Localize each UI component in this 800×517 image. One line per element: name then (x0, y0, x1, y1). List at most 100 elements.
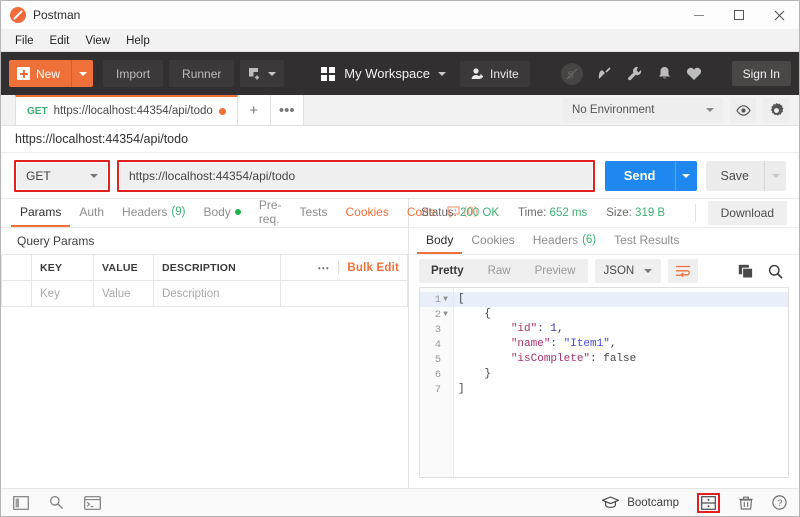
trash-button[interactable] (738, 496, 754, 510)
tab-tests[interactable]: Tests (290, 199, 336, 227)
tab-params[interactable]: Params (11, 199, 70, 227)
request-tab-active[interactable]: GET https://localhost:44354/api/todo (15, 95, 238, 125)
tab-pre-request[interactable]: Pre-req. (250, 199, 291, 227)
url-input[interactable]: https://localhost:44354/api/todo (120, 163, 592, 189)
tab-headers[interactable]: Headers (9) (113, 199, 194, 227)
view-mode-raw[interactable]: Raw (476, 259, 523, 283)
send-button-label[interactable]: Send (605, 161, 675, 191)
new-button-dropdown[interactable] (71, 60, 93, 87)
send-button[interactable]: Send (605, 161, 697, 191)
more-dots-icon[interactable]: ⋯ (317, 261, 330, 275)
fold-toggle-icon[interactable]: ▼ (441, 310, 450, 319)
minimize-icon (694, 15, 704, 16)
tab-cookies[interactable]: Cookies (337, 199, 398, 227)
time-segment: Time: 652 ms (518, 207, 587, 219)
maximize-button[interactable] (719, 1, 759, 30)
tab-response-headers[interactable]: Headers (6) (524, 228, 605, 254)
minimize-button[interactable] (679, 1, 719, 30)
row-description-cell[interactable]: Description (154, 281, 281, 307)
console-button[interactable] (84, 496, 101, 510)
layout-toggle-button[interactable] (701, 496, 716, 510)
url-field-wrapper: https://localhost:44354/api/todo (117, 160, 595, 192)
line-number: 6 (420, 367, 453, 382)
line-number: 1▼ (420, 292, 453, 307)
request-pane: Params Auth Headers (9) Body Pre-req. T (1, 199, 409, 488)
row-key-cell[interactable]: Key (32, 281, 94, 307)
workspace-label[interactable]: My Workspace (344, 66, 430, 81)
http-method-value: GET (26, 169, 51, 183)
status-bar-right: Bootcamp (602, 493, 787, 513)
response-tabs: Body Cookies Headers (6) Test Results (409, 228, 799, 255)
code-line: } (454, 367, 788, 382)
code-line: "isComplete": false (454, 352, 788, 367)
response-body-viewer[interactable]: 1▼2▼34567 [ { "id": 1, "name": "Item1", … (419, 287, 789, 478)
sign-in-button[interactable]: Sign In (732, 61, 791, 86)
code-token: } (484, 368, 491, 380)
code-line: ] (454, 382, 788, 397)
tab-body[interactable]: Body (194, 199, 249, 227)
response-format-select[interactable]: JSON (595, 259, 662, 283)
new-button[interactable]: New (9, 60, 93, 87)
response-status-bar: Status: 200 OK Time: 652 ms Size: 319 B … (409, 199, 799, 228)
menu-view[interactable]: View (77, 31, 118, 51)
import-button[interactable]: Import (103, 60, 163, 87)
menu-help[interactable]: Help (118, 31, 158, 51)
new-window-icon (248, 67, 263, 81)
wrench-icon[interactable] (627, 66, 643, 81)
send-button-dropdown[interactable] (675, 161, 697, 191)
row-value-cell[interactable]: Value (94, 281, 154, 307)
code-line: "name": "Item1", (454, 337, 788, 352)
workspace-group: My Workspace Invite (321, 61, 529, 87)
tab-response-cookies[interactable]: Cookies (462, 228, 523, 254)
save-button-label[interactable]: Save (706, 161, 765, 191)
close-button[interactable] (759, 1, 799, 30)
search-icon[interactable] (768, 264, 783, 279)
th-actions: ⋯ Bulk Edit (281, 255, 408, 281)
tab-options-button[interactable]: ••• (271, 95, 304, 125)
find-button[interactable] (49, 495, 64, 510)
table-header-row: KEY VALUE DESCRIPTION ⋯ Bulk Edit (2, 255, 408, 281)
copy-icon[interactable] (738, 264, 754, 279)
environment-settings-button[interactable] (763, 98, 789, 123)
response-body-code[interactable]: [ { "id": 1, "name": "Item1", "isComplet… (454, 288, 788, 477)
environment-select[interactable]: No Environment (563, 98, 723, 123)
runner-button[interactable]: Runner (169, 60, 234, 87)
menu-edit[interactable]: Edit (42, 31, 78, 51)
new-tab-button[interactable]: + (238, 95, 271, 125)
save-button[interactable]: Save (706, 161, 787, 191)
tab-auth-label: Auth (79, 205, 104, 219)
http-method-select[interactable]: GET (17, 163, 107, 189)
view-mode-preview[interactable]: Preview (523, 259, 588, 283)
chevron-down-icon (772, 174, 780, 178)
chevron-down-icon (644, 269, 652, 273)
tab-auth[interactable]: Auth (70, 199, 113, 227)
fold-toggle-icon[interactable]: ▼ (441, 295, 450, 304)
tab-response-body-label: Body (426, 233, 453, 247)
sync-disabled-button[interactable]: S (561, 63, 583, 85)
bootcamp-button[interactable]: Bootcamp (602, 496, 679, 509)
sidebar-toggle-button[interactable] (13, 496, 29, 510)
heart-icon[interactable] (686, 67, 702, 81)
tab-test-results[interactable]: Test Results (605, 228, 688, 254)
download-button[interactable]: Download (708, 201, 787, 225)
tab-response-body[interactable]: Body (417, 228, 462, 254)
new-window-button[interactable] (240, 60, 284, 87)
chevron-down-icon[interactable] (438, 72, 446, 76)
menu-file[interactable]: File (7, 31, 42, 51)
bell-icon[interactable] (657, 66, 672, 81)
row-checkbox-cell[interactable] (2, 281, 32, 307)
environment-quick-look-button[interactable] (730, 98, 756, 123)
request-tab-strip: GET https://localhost:44354/api/todo + •… (1, 95, 799, 126)
chevron-down-icon (90, 174, 98, 178)
help-button[interactable]: ? (772, 495, 787, 510)
antenna-icon[interactable] (597, 66, 613, 81)
save-button-dropdown[interactable] (764, 161, 786, 191)
console-icon (84, 496, 101, 510)
invite-button[interactable]: Invite (460, 61, 530, 87)
view-mode-pretty[interactable]: Pretty (419, 259, 476, 283)
new-button-main[interactable]: New (9, 60, 71, 87)
wrap-lines-button[interactable] (668, 259, 698, 283)
bulk-edit-button[interactable]: Bulk Edit (347, 262, 399, 274)
table-row[interactable]: Key Value Description (2, 281, 408, 307)
code-token: { (484, 308, 491, 320)
